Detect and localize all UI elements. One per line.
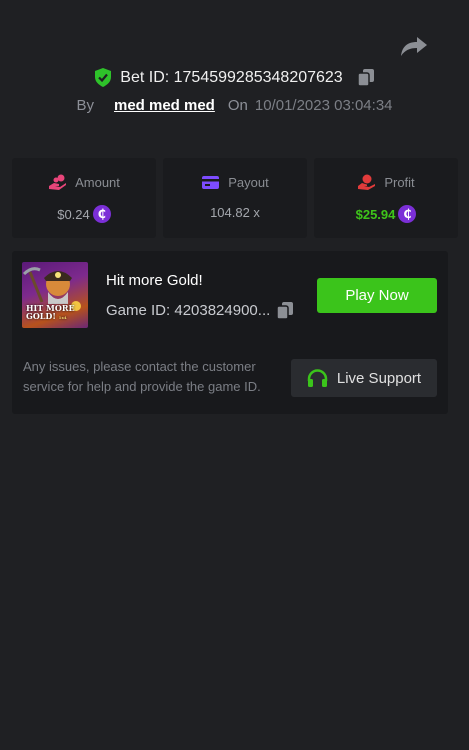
- game-thumbnail[interactable]: HIT MORE GOLD! 1x4: [22, 262, 88, 328]
- username-link[interactable]: med med med: [114, 97, 215, 114]
- profit-card: Profit $25.94 ₵: [314, 158, 458, 238]
- bet-stats: Amount $0.24 ₵ Payout 104.82 x Profit $2…: [12, 158, 458, 238]
- headset-icon: [307, 368, 328, 387]
- thumbnail-title: HIT MORE GOLD! 1x4: [26, 303, 75, 321]
- bet-id-text: Bet ID: 1754599285348207623: [120, 68, 343, 86]
- bet-author-row: By med med med On 10/01/2023 03:04:34: [0, 97, 469, 114]
- bet-datetime: 10/01/2023 03:04:34: [254, 97, 393, 114]
- profit-value: $25.94: [355, 206, 396, 222]
- game-id-text: Game ID: 4203824900...: [106, 302, 271, 319]
- live-support-label: Live Support: [336, 369, 422, 387]
- on-label: On: [227, 97, 248, 114]
- profit-label: Profit: [384, 175, 415, 190]
- play-now-button[interactable]: Play Now: [317, 278, 437, 313]
- amount-card: Amount $0.24 ₵: [12, 158, 156, 238]
- amount-value: $0.24: [57, 206, 90, 222]
- verified-shield-icon: [94, 68, 112, 87]
- payout-value: 104.82 x: [210, 205, 260, 220]
- payout-label: Payout: [228, 175, 269, 190]
- game-id-row: Game ID: 4203824900...: [106, 301, 294, 320]
- copy-bet-id-icon[interactable]: [356, 68, 375, 87]
- bet-id-row: Bet ID: 1754599285348207623: [0, 68, 469, 87]
- live-support-button[interactable]: Live Support: [291, 359, 437, 397]
- game-card: HIT MORE GOLD! 1x4 Hit more Gold! Game I…: [12, 251, 448, 414]
- hand-coins-icon: [49, 174, 67, 190]
- payout-card: Payout 104.82 x: [163, 158, 307, 238]
- coin-icon: ₵: [398, 205, 417, 223]
- hand-money-icon: [358, 174, 376, 190]
- share-icon[interactable]: [400, 34, 428, 58]
- card-icon: [202, 176, 220, 189]
- game-title: Hit more Gold!: [106, 272, 203, 289]
- by-label: By: [76, 97, 94, 114]
- copy-game-id-icon[interactable]: [276, 301, 294, 320]
- coin-icon: ₵: [92, 205, 111, 223]
- support-help-text: Any issues, please contact the customer …: [23, 359, 261, 394]
- amount-label: Amount: [75, 175, 120, 190]
